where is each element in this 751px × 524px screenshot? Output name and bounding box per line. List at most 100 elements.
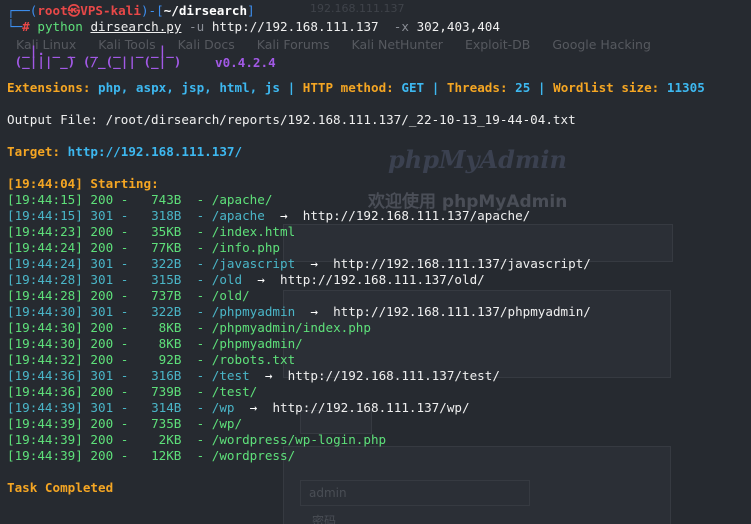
result-time: [19:44:28] [7, 272, 83, 287]
result-size: 314B [151, 400, 182, 415]
result-row: [19:44:39] 200 - 2KB - /wordpress/wp-log… [7, 432, 387, 447]
target-line: Target: http://192.168.111.137/ [7, 144, 751, 160]
result-status: 200 [90, 288, 114, 303]
result-size: 739B [151, 384, 182, 399]
result-row: [19:44:15] 301 - 318B - /apache → http:/… [7, 208, 531, 223]
results-list: [19:44:15] 200 - 743B - /apache/[19:44:1… [7, 192, 751, 464]
redirect-arrow-icon: → [249, 400, 258, 415]
result-row: [19:44:23] 200 - 35KB - /index.html [7, 224, 296, 239]
result-size: 322B [151, 256, 182, 271]
result-row: [19:44:36] 200 - 739B - /test/ [7, 384, 258, 399]
result-path: /phpmyadmin/ [211, 336, 303, 351]
result-path: /robots.txt [211, 352, 296, 367]
dirsearch-banner-line-2: (_||| _) (/_(_|| (_| ) [7, 54, 751, 69]
result-size: 77KB [151, 240, 182, 255]
result-redirect-url: http://192.168.111.137/old/ [280, 272, 485, 287]
extensions-label: Extensions: [7, 80, 91, 95]
result-size: 2KB [158, 432, 182, 447]
starting-time: [19:44:04] [7, 176, 83, 191]
result-time: [19:44:39] [7, 448, 83, 463]
result-path: /phpmyadmin/index.php [211, 320, 371, 335]
command-exclude-codes: 302,403,404 [416, 19, 500, 34]
result-time: [19:44:36] [7, 384, 83, 399]
result-redirect-url: http://192.168.111.137/phpmyadmin/ [333, 304, 591, 319]
result-path: /wp [211, 400, 235, 415]
result-row: [19:44:30] 301 - 322B - /phpmyadmin → ht… [7, 304, 591, 319]
redirect-arrow-icon: → [257, 272, 265, 287]
result-time: [19:44:39] [7, 416, 83, 431]
result-status: 301 [90, 368, 114, 383]
result-path: /test [211, 368, 250, 383]
prompt-user-host: root㉿VPS-kali [37, 3, 141, 18]
result-row: [19:44:24] 301 - 322B - /javascript → ht… [7, 256, 591, 271]
redirect-arrow-icon: → [280, 208, 288, 223]
result-size: 315B [151, 272, 182, 287]
result-path: /apache [211, 208, 265, 223]
task-completed: Task Completed [7, 480, 114, 495]
result-status: 200 [90, 384, 114, 399]
command-flag-u: -u [189, 19, 205, 34]
result-time: [19:44:24] [7, 240, 83, 255]
result-status: 200 [90, 352, 114, 367]
output-file-line: Output File: /root/dirsearch/reports/192… [7, 112, 576, 127]
result-row: [19:44:30] 200 - 8KB - /phpmyadmin/ [7, 336, 303, 351]
result-time: [19:44:15] [7, 192, 83, 207]
starting-label: Starting: [90, 176, 159, 191]
result-path: /test/ [211, 384, 258, 399]
background-password-label: 密码 [312, 514, 337, 524]
result-path: /apache/ [211, 192, 273, 207]
result-status: 200 [90, 336, 114, 351]
result-time: [19:44:28] [7, 288, 83, 303]
result-status: 301 [90, 208, 114, 223]
prompt-hash: # [22, 19, 30, 34]
result-size: 35KB [151, 224, 182, 239]
threads-value: 25 [515, 80, 531, 95]
result-path: /info.php [211, 240, 280, 255]
result-time: [19:44:39] [7, 400, 83, 415]
terminal-output[interactable]: ┌──(root㉿VPS-kali)-[~/dirsearch] └─# pyt… [0, 0, 751, 496]
result-status: 301 [90, 304, 114, 319]
extensions-value: php, aspx, jsp, html, js [98, 80, 280, 95]
result-status: 200 [90, 320, 114, 335]
result-status: 200 [90, 240, 114, 255]
prompt-bracket: ] [247, 3, 255, 18]
result-row: [19:44:28] 301 - 315B - /old → http://19… [7, 272, 485, 287]
result-path: /index.html [211, 224, 296, 239]
result-time: [19:44:15] [7, 208, 83, 223]
result-status: 200 [90, 224, 114, 239]
prompt-separator: )-[ [140, 3, 164, 18]
result-status: 200 [90, 448, 114, 463]
result-time: [19:44:30] [7, 336, 83, 351]
result-size: 12KB [151, 448, 182, 463]
command-python: python [37, 19, 83, 34]
result-path: /old/ [211, 288, 250, 303]
result-row: [19:44:39] 200 - 735B - /wp/ [7, 416, 243, 431]
result-row: [19:44:36] 301 - 316B - /test → http://1… [7, 368, 500, 383]
result-row: [19:44:15] 200 - 743B - /apache/ [7, 192, 273, 207]
command-flag-x: -x [393, 19, 409, 34]
redirect-arrow-icon: → [264, 368, 273, 383]
http-method-value: GET [401, 80, 425, 95]
separator: | [537, 80, 546, 95]
result-row: [19:44:32] 200 - 92B - /robots.txt [7, 352, 296, 367]
result-status: 301 [90, 400, 114, 415]
dirsearch-banner-art: (_||| _) (/_(_|| (_| ) [7, 54, 205, 69]
result-time: [19:44:24] [7, 256, 83, 271]
result-path: /wordpress/wp-login.php [211, 432, 387, 447]
result-status: 200 [90, 432, 114, 447]
wordlist-size-value: 11305 [666, 80, 705, 95]
target-label: Target: [7, 144, 61, 159]
result-path: /wordpress/ [211, 448, 296, 463]
dirsearch-version: v0.4.2.4 [215, 55, 276, 70]
result-status: 301 [90, 256, 114, 271]
result-row: [19:44:24] 200 - 77KB - /info.php [7, 240, 280, 255]
result-row: [19:44:28] 200 - 737B - /old/ [7, 288, 250, 303]
result-redirect-url: http://192.168.111.137/test/ [287, 368, 500, 383]
result-size: 737B [151, 288, 182, 303]
result-redirect-url: http://192.168.111.137/wp/ [272, 400, 470, 415]
redirect-arrow-icon: → [310, 256, 318, 271]
prompt-line-1: ┌──(root㉿VPS-kali)-[~/dirsearch] [7, 3, 751, 19]
prompt-line-2: └─# python dirsearch.py -u http://192.16… [7, 19, 751, 35]
config-line: Extensions: php, aspx, jsp, html, js | H… [7, 80, 751, 96]
separator: | [431, 80, 440, 95]
